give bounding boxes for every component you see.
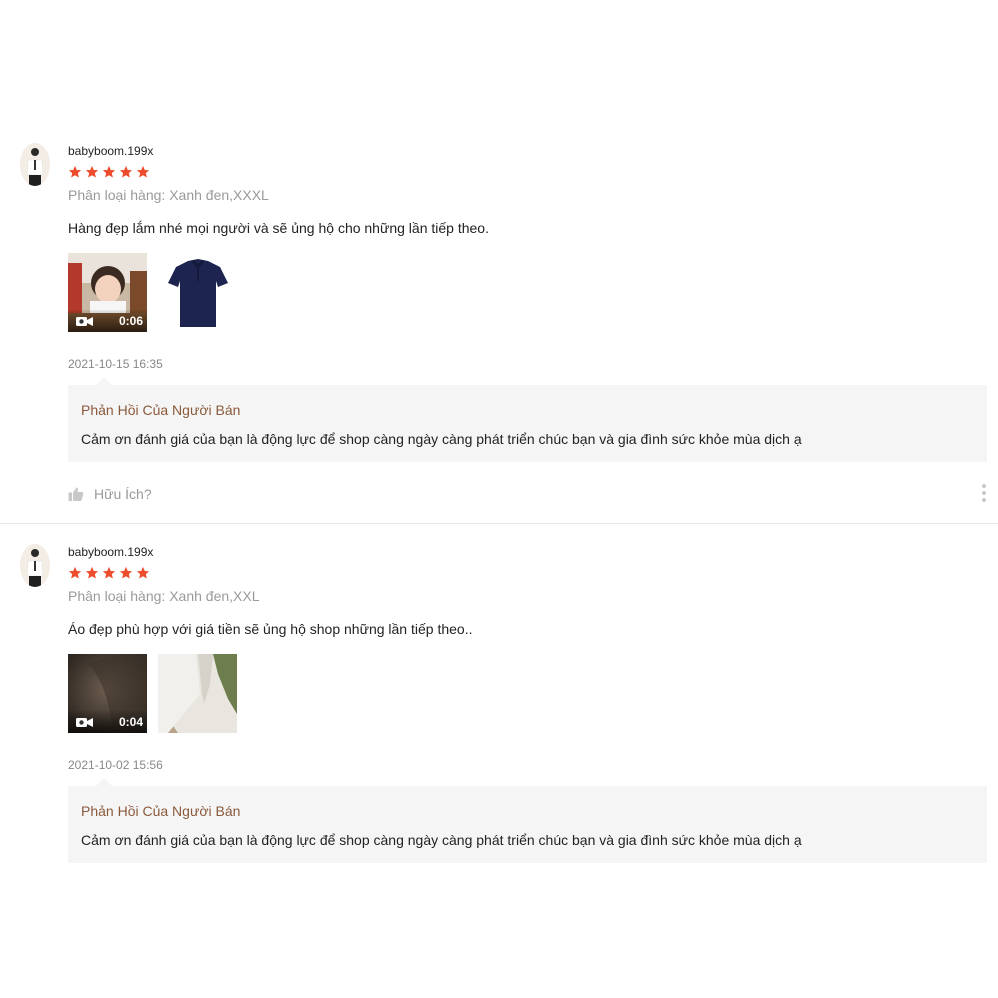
review-image-thumbnail[interactable] <box>158 654 237 733</box>
video-duration: 0:06 <box>118 314 143 328</box>
review-image-thumbnail[interactable] <box>158 253 237 332</box>
star-icon <box>136 566 150 579</box>
star-icon <box>102 566 116 579</box>
review-timestamp: 2021-10-02 15:56 <box>68 758 163 772</box>
review-media: 0:06 <box>68 253 237 332</box>
star-icon <box>68 165 82 178</box>
video-duration: 0:04 <box>118 715 143 729</box>
helpful-button[interactable]: Hữu Ích? <box>68 486 152 502</box>
star-icon <box>68 566 82 579</box>
star-icon <box>119 566 133 579</box>
review-timestamp: 2021-10-15 16:35 <box>68 357 163 371</box>
rating-stars <box>68 566 150 580</box>
video-camera-icon <box>76 718 93 727</box>
seller-reply-text: Cảm ơn đánh giá của bạn là động lực để s… <box>81 431 802 447</box>
thumbs-up-icon <box>68 487 84 501</box>
avatar[interactable] <box>20 544 50 587</box>
video-camera-icon <box>76 317 93 326</box>
review-divider <box>0 523 998 524</box>
review-comment: Áo đẹp phù hợp với giá tiền sẽ ủng hộ sh… <box>68 621 473 637</box>
review-video-thumbnail[interactable]: 0:04 <box>68 654 147 733</box>
review-comment: Hàng đẹp lắm nhé mọi người và sẽ ủng hộ … <box>68 220 489 236</box>
star-icon <box>85 165 99 178</box>
seller-reply-text: Cảm ơn đánh giá của bạn là động lực để s… <box>81 832 802 848</box>
reviewer-username[interactable]: babyboom.199x <box>68 545 153 559</box>
review-media: 0:04 <box>68 654 237 733</box>
seller-reply-title: Phản Hồi Của Người Bán <box>81 402 241 418</box>
more-vertical-icon <box>982 484 986 488</box>
star-icon <box>102 165 116 178</box>
helpful-label: Hữu Ích? <box>94 486 152 502</box>
star-icon <box>119 165 133 178</box>
seller-reply-title: Phản Hồi Của Người Bán <box>81 803 241 819</box>
reviewer-username[interactable]: babyboom.199x <box>68 144 153 158</box>
star-icon <box>85 566 99 579</box>
variant-label: Phân loại hàng: Xanh đen,XXXL <box>68 187 269 203</box>
avatar[interactable] <box>20 143 50 186</box>
seller-reply: Phản Hồi Của Người Bán Cảm ơn đánh giá c… <box>68 377 987 462</box>
star-icon <box>136 165 150 178</box>
variant-label: Phân loại hàng: Xanh đen,XXL <box>68 588 260 604</box>
review-video-thumbnail[interactable]: 0:06 <box>68 253 147 332</box>
rating-stars <box>68 165 150 179</box>
more-options-button[interactable] <box>982 484 988 504</box>
seller-reply: Phản Hồi Của Người Bán Cảm ơn đánh giá c… <box>68 778 987 863</box>
